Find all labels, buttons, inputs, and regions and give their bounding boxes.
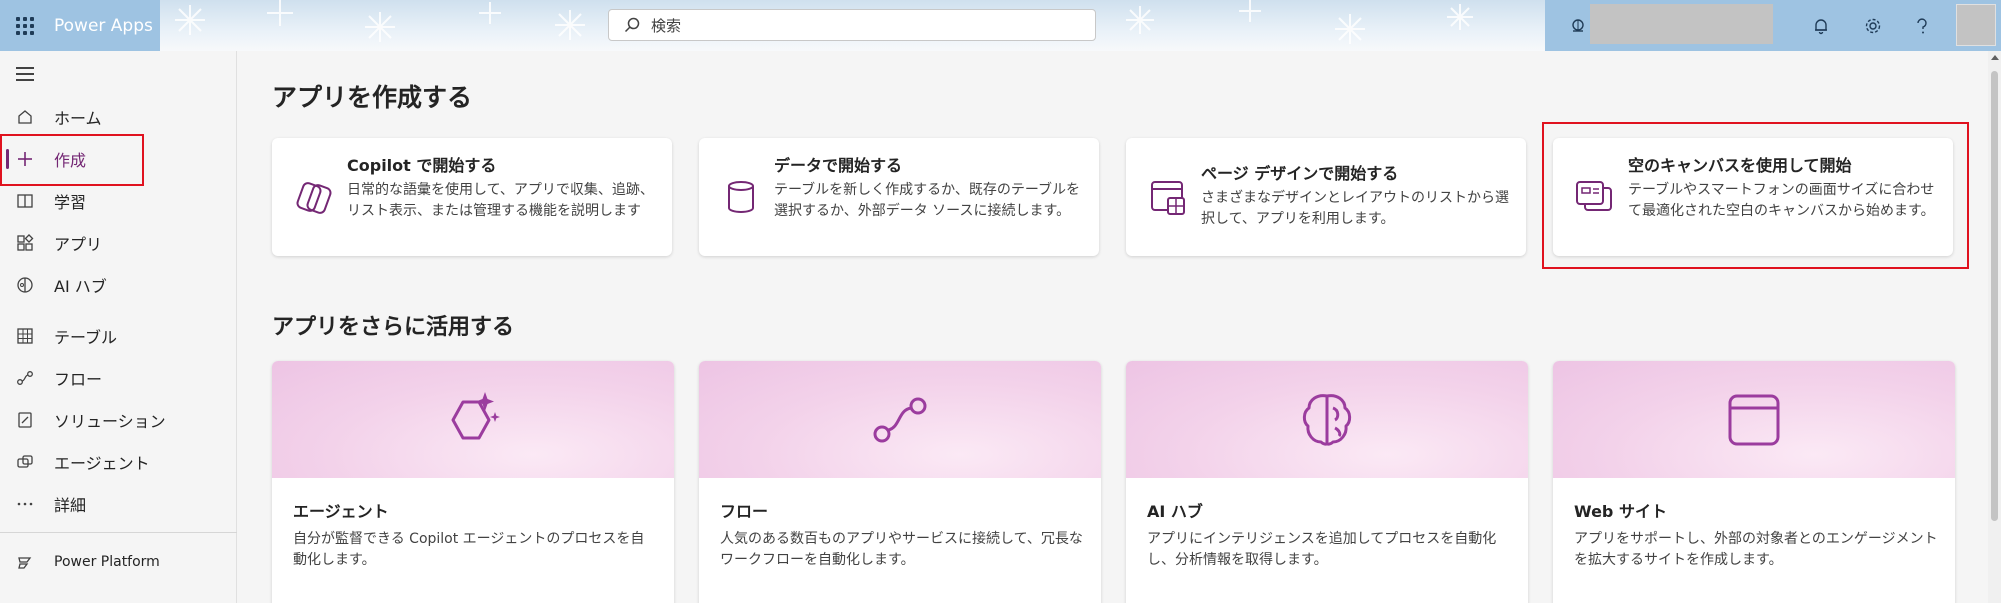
search-placeholder: 検索 [651, 16, 682, 35]
main-content: アプリを作成する Copilot で開始する 日常的な語彙を使用して、アプリで収… [237, 51, 1987, 603]
tile-title: エージェント [293, 502, 389, 521]
avatar[interactable] [1956, 4, 1996, 46]
feature-tile-ai-hub[interactable]: AI ハブ アプリにインテリジェンスを追加してプロセスを自動化し、分析情報を取得… [1126, 361, 1528, 603]
sidebar-item-label: ホーム [54, 109, 102, 128]
sidebar-item-power-platform[interactable]: Power Platform [0, 542, 237, 582]
highlight-box [0, 134, 144, 186]
feature-tile-agents[interactable]: エージェント 自分が監督できる Copilot エージェントのプロセスを自動化し… [272, 361, 674, 603]
sidebar-item-solutions[interactable]: ソリューション [0, 400, 237, 440]
tile-banner [1553, 361, 1955, 478]
brand-area: Power Apps [0, 0, 160, 51]
card-description: 日常的な語彙を使用して、アプリで収集、追跡、リスト表示、または管理する機能を説明… [347, 182, 654, 219]
sidebar-item-home[interactable]: ホーム [0, 97, 237, 137]
solution-icon [14, 409, 36, 431]
sidebar-divider [0, 532, 237, 533]
book-icon [14, 190, 36, 212]
website-icon [1728, 394, 1780, 445]
card-title: Copilot で開始する [347, 156, 497, 175]
card-title: データで開始する [774, 156, 903, 175]
home-icon [14, 106, 36, 128]
table-icon [14, 325, 36, 347]
card-title: ページ デザインで開始する [1201, 164, 1399, 183]
sidebar-item-label: テーブル [54, 328, 118, 347]
feature-tile-website[interactable]: Web サイト アプリをサポートし、外部の対象者とのエンゲージメントを拡大するサ… [1553, 361, 1955, 603]
tile-banner [1126, 361, 1528, 478]
brain-icon [1302, 393, 1352, 446]
sidebar-item-ai-hub[interactable]: AI ハブ [0, 265, 237, 305]
copilot-icon [296, 182, 332, 214]
feature-tile-flows[interactable]: フロー 人気のある数百ものアプリやサービスに接続して、冗長なワークフローを自動化… [699, 361, 1101, 603]
agent-sparkle-icon [451, 391, 500, 439]
apps-icon [14, 232, 36, 254]
section-title: アプリをさらに活用する [272, 315, 515, 340]
sidebar-item-label: 学習 [54, 193, 87, 212]
tile-description: 自分が監督できる Copilot エージェントのプロセスを自動化します。 [293, 531, 645, 568]
tile-description: アプリにインテリジェンスを追加してプロセスを自動化し、分析情報を取得します。 [1147, 531, 1497, 568]
app-launcher-icon[interactable] [16, 16, 34, 35]
page-title: アプリを作成する [272, 83, 473, 112]
top-header: Power Apps 検索 [0, 0, 2001, 51]
flow-icon [873, 397, 927, 442]
start-card-copilot[interactable]: Copilot で開始する 日常的な語彙を使用して、アプリで収集、追跡、リスト表… [272, 138, 672, 256]
power-platform-icon [14, 551, 36, 573]
sidebar-item-label: ソリューション [54, 412, 166, 431]
highlight-box [1542, 122, 1969, 269]
hamburger-menu-icon[interactable] [16, 67, 34, 85]
tile-banner [272, 361, 674, 478]
bell-icon[interactable] [1810, 15, 1832, 37]
snowflake-decoration [1126, 0, 1473, 44]
start-card-data[interactable]: データで開始する テーブルを新しく作成するか、既存のテーブルを選択するか、外部デ… [699, 138, 1099, 256]
tile-title: AI ハブ [1147, 502, 1203, 521]
database-icon [728, 181, 754, 213]
sidebar-item-label: フロー [54, 370, 103, 389]
tile-title: フロー [720, 502, 769, 521]
sidebar-item-more[interactable]: 詳細 [0, 484, 237, 524]
search-icon [624, 17, 640, 33]
app-name[interactable]: Power Apps [54, 16, 153, 36]
gear-icon[interactable] [1862, 15, 1884, 37]
sidebar-item-label: 詳細 [54, 496, 87, 515]
sidebar-item-learn[interactable]: 学習 [0, 181, 237, 221]
sidebar-item-agents[interactable]: エージェント [0, 442, 237, 482]
sidebar-item-label: エージェント [54, 454, 150, 473]
ai-hub-icon [14, 274, 36, 296]
scroll-up-arrow-icon[interactable] [1991, 55, 1999, 60]
help-icon[interactable] [1911, 15, 1933, 37]
flow-icon [14, 367, 36, 389]
tile-banner [699, 361, 1101, 478]
page-design-icon [1151, 181, 1185, 215]
more-icon [14, 493, 36, 515]
scrollbar-thumb[interactable] [1991, 71, 1998, 521]
card-description: テーブルを新しく作成するか、既存のテーブルを選択するか、外部データ ソースに接続… [774, 182, 1081, 219]
snowflake-decoration [175, 0, 585, 42]
card-description: さまざまなデザインとレイアウトのリストから選択して、アプリを利用します。 [1201, 190, 1509, 227]
environment-selector[interactable] [1590, 4, 1773, 44]
agent-icon [14, 451, 36, 473]
environment-icon[interactable] [1567, 15, 1589, 37]
tile-title: Web サイト [1574, 502, 1667, 521]
sidebar-item-flows[interactable]: フロー [0, 358, 237, 398]
vertical-scrollbar[interactable] [1988, 51, 2001, 603]
search-box[interactable]: 検索 [608, 9, 1096, 41]
tile-description: 人気のある数百ものアプリやサービスに接続して、冗長なワークフローを自動化します。 [720, 531, 1083, 568]
sidebar-item-apps[interactable]: アプリ [0, 223, 237, 263]
sidebar-item-label: アプリ [54, 235, 103, 254]
start-card-page-design[interactable]: ページ デザインで開始する さまざまなデザインとレイアウトのリストから選択して、… [1126, 138, 1526, 256]
sidebar-item-tables[interactable]: テーブル [0, 316, 237, 356]
sidebar-item-label: AI ハブ [54, 277, 107, 296]
tile-description: アプリをサポートし、外部の対象者とのエンゲージメントを拡大するサイトを作成します… [1574, 531, 1938, 568]
sidebar-item-label: Power Platform [54, 554, 160, 570]
